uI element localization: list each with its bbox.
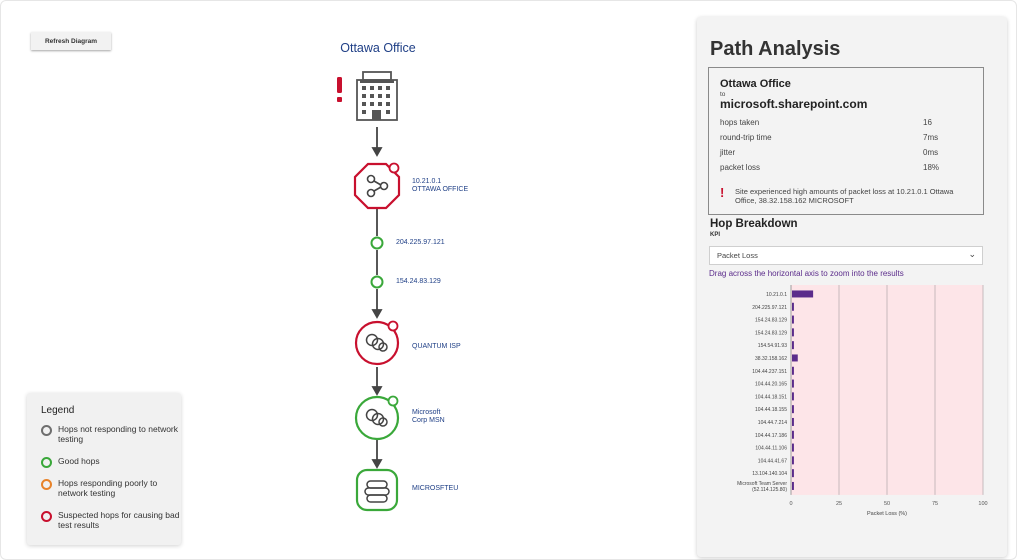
good-hop-node[interactable] [370,275,384,289]
path-summary-box: Ottawa Office to microsoft.sharepoint.co… [708,67,984,215]
ring-orange-icon [41,479,52,490]
zoom-hint: Drag across the horizontal axis to zoom … [709,269,904,278]
stat-label: jitter [720,148,736,157]
chart-bar [792,366,794,375]
legend-label: Suspected hops for causing bad test resu… [58,510,180,530]
chart-bar [792,443,794,452]
ring-gray-icon [41,425,52,436]
hop-name: OTTAWA OFFICE [412,186,469,193]
kpi-label: KPI [710,232,721,238]
stat-value: 16 [923,118,932,127]
server-hop-node[interactable] [355,468,399,512]
x-tick-label: 25 [836,501,842,507]
hop-label: Microsoft Corp MSN [412,409,445,425]
chart-bar [792,430,794,439]
y-tick-label: 104.44.20.165 [755,382,787,388]
hop-name: Corp MSN [412,417,445,424]
warning-text: Site experienced high amounts of packet … [735,187,954,205]
chart-bar [792,328,794,337]
msn-hop-node[interactable] [354,395,400,441]
x-tick-label: 0 [789,501,792,507]
ring-green-icon [41,457,52,468]
chart-bar [792,392,794,401]
chart-bar [792,315,794,324]
hop-label: 10.21.0.1 OTTAWA OFFICE [412,178,468,194]
y-tick-label: 13.104.140.104 [752,471,787,477]
y-tick-label: 104.44.11.106 [755,446,787,452]
hop-label: 154.24.83.129 [396,278,441,286]
y-tick-label: 104.44.7.214 [758,420,787,426]
diagram-title: Ottawa Office [340,41,416,55]
x-axis-label: Packet Loss (%) [867,511,907,517]
y-tick-label: 104.44.18.151 [755,394,787,400]
chart-bar [792,302,794,311]
chart-bar [792,456,794,465]
hop-ip: MICROSFTEU [412,485,459,492]
y-tick-label: 104.44.17.186 [755,433,787,439]
hop-ip: 154.24.83.129 [396,278,441,285]
ring-red-icon [41,511,52,522]
stat-row: packet loss 18% [720,163,970,172]
y-tick-label: 104.44.41.67 [758,458,787,464]
building-icon[interactable] [356,71,398,121]
chevron-down-icon: ⌄ [968,249,976,259]
legend-label: Hops not responding to network testing [58,424,179,444]
stat-row: jitter 0ms [720,148,970,157]
x-tick-label: 75 [932,501,938,507]
stat-value: 0ms [923,148,939,157]
good-hop-node[interactable] [370,236,384,250]
stat-row: round-trip time 7ms [720,133,970,142]
chart-bar [792,469,794,478]
router-hop-node[interactable] [353,162,401,210]
stat-label: round-trip time [720,133,772,142]
stat-label: packet loss [720,163,761,172]
chart-bar [792,354,798,362]
hop-label: QUANTUM ISP [412,343,461,351]
y-tick-label: 154.24.83.129 [755,330,787,336]
kpi-select[interactable]: Packet Loss ⌄ [709,246,983,265]
hop-breakdown-chart[interactable]: 0 25 50 75 100 Packet Loss (%) 10.21.0.1 204.22… [697,279,1007,555]
stat-label: hops taken [720,118,760,127]
y-tick-label: 154.24.83.129 [755,318,787,324]
hop-ip: 204.225.97.121 [396,239,445,246]
chart-bar [792,405,794,414]
chart-bar [792,290,814,298]
alert-icon [337,77,342,102]
y-tick-label: (52.114.125.80) [752,487,787,493]
path-analysis-panel: Path Analysis Ottawa Office to microsoft… [697,17,1007,557]
y-tick-label: 38.32.158.162 [755,356,787,362]
y-tick-label: 104.44.237.151 [752,369,787,375]
chart-bar [792,417,794,426]
hop-ip: Microsoft [412,409,441,416]
hop-ip: QUANTUM ISP [412,343,461,350]
y-tick-label: 204.225.97.121 [752,305,787,311]
y-tick-label: 104.44.18.155 [755,407,787,413]
x-tick-label: 50 [884,501,890,507]
hop-label: MICROSFTEU [412,485,458,493]
hop-label: 204.225.97.121 [396,239,445,247]
y-tick-label: 154.54.91.93 [758,343,787,349]
legend-label: Hops responding poorly to network testin… [58,478,158,498]
panel-title: Path Analysis [710,38,841,60]
alert-icon: ! [720,185,725,200]
kpi-selected-value: Packet Loss [717,251,758,260]
x-tick-label: 100 [978,501,987,507]
legend-label: Good hops [58,456,100,466]
legend-panel: Legend Hops not responding to network te… [27,393,181,545]
stat-value: 7ms [923,133,939,142]
isp-hop-node[interactable] [354,320,400,366]
chart-bar [792,379,794,388]
stat-value: 18% [923,163,940,172]
summary-source: Ottawa Office [720,78,791,90]
chart-bar [792,481,794,490]
legend-title: Legend [41,405,75,416]
stat-row: hops taken 16 [720,118,970,127]
y-tick-label: 10.21.0.1 [766,292,787,298]
summary-destination: microsoft.sharepoint.com [720,97,868,111]
chart-bar [792,341,794,350]
hop-ip: 10.21.0.1 [412,178,442,185]
hop-breakdown-title: Hop Breakdown [710,218,798,230]
